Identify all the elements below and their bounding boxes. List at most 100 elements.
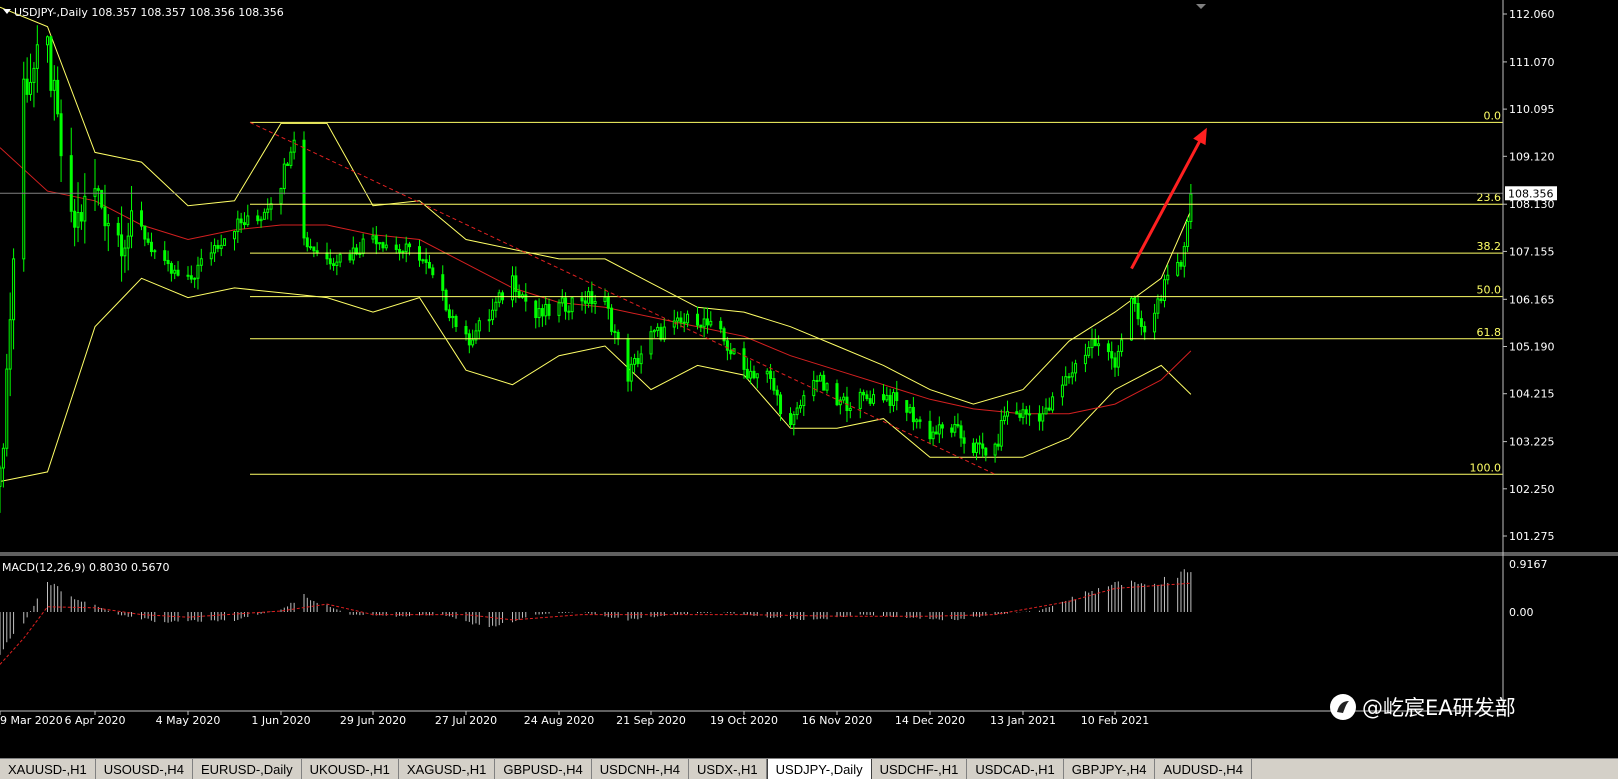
tab-ukousd-h1[interactable]: UKOUSD-,H1 (302, 759, 399, 779)
tab-usdcad-h1[interactable]: USDCAD-,H1 (967, 759, 1064, 779)
candle-body (656, 326, 660, 331)
tab-usdjpy-daily[interactable]: USDJPY-,Daily (766, 759, 872, 779)
candle (5, 353, 9, 457)
candle-body (1044, 407, 1048, 415)
chart-window[interactable]: 0.0 23.6 38.2 50.0 61.8 100.0 112.060 111.070 1… (0, 0, 1618, 778)
tab-usousd-h4[interactable]: USOUSD-,H4 (96, 759, 193, 779)
tab-gbpusd-h4[interactable]: GBPUSD-,H4 (495, 759, 592, 779)
candle-body (116, 222, 120, 236)
candle-body (659, 326, 663, 340)
candle-body (335, 261, 339, 267)
candle-body (328, 258, 332, 265)
candle-body (729, 349, 733, 355)
candle-body (394, 244, 398, 250)
candle-body (885, 394, 889, 401)
candle-body (431, 267, 435, 276)
candle-body (309, 246, 313, 249)
candle-body (686, 313, 690, 324)
candle-body (1133, 297, 1137, 304)
candle-body (1120, 339, 1124, 352)
candle-body (22, 78, 26, 260)
candle-body (292, 139, 296, 153)
candle-body (633, 358, 637, 365)
candle-body (173, 269, 177, 274)
candle-body (534, 300, 538, 319)
candle-body (918, 419, 922, 422)
time-tick-label: 13 Jan 2021 (990, 714, 1056, 727)
candle (49, 35, 53, 98)
candle-body (384, 244, 388, 249)
candle-body (497, 292, 501, 303)
candle-body (662, 326, 666, 340)
candle-body (742, 348, 746, 370)
candle-body (616, 331, 620, 340)
candle-body (1021, 409, 1025, 418)
candle (1186, 216, 1190, 252)
candle-body (971, 442, 975, 454)
candle-body (772, 378, 776, 391)
candle-body (487, 319, 491, 322)
candle-body (1106, 343, 1110, 353)
candle-body (289, 151, 293, 166)
candle-body (1143, 325, 1147, 333)
candle-body (262, 211, 266, 220)
candle-body (130, 210, 134, 237)
candle-body (8, 319, 12, 370)
tab-usdcnh-h4[interactable]: USDCNH-,H4 (592, 759, 689, 779)
time-tick-label: 19 Oct 2020 (710, 714, 778, 727)
candle-body (672, 320, 676, 328)
candle-body (1116, 350, 1120, 368)
candle-body (639, 353, 643, 365)
tab-audusd-h4[interactable]: AUDUSD-,H4 (1155, 759, 1252, 779)
candle-body (931, 431, 935, 440)
candle-body (652, 329, 656, 333)
time-tick-label: 4 May 2020 (156, 714, 221, 727)
candle-body (1006, 411, 1009, 417)
tab-eurusd-daily[interactable]: EURUSD-,Daily (193, 759, 302, 779)
candle-body (1070, 372, 1074, 378)
candle-body (213, 245, 217, 254)
time-tick-label: 21 Sep 2020 (616, 714, 686, 727)
candle-body (153, 250, 157, 253)
tab-xagusd-h1[interactable]: XAGUSD-,H1 (399, 759, 496, 779)
tab-usdx-h1[interactable]: USDX-,H1 (689, 759, 767, 779)
candle-body (1067, 376, 1071, 379)
candle-body (76, 212, 80, 228)
time-tick-label: 10 Feb 2021 (1081, 714, 1149, 727)
price-chart[interactable]: 0.023.638.250.061.8100.0 112.060111.0701… (0, 0, 1618, 758)
candle-body (35, 44, 39, 69)
candle-body (371, 235, 375, 240)
candle-body (915, 419, 919, 423)
candle (732, 348, 736, 355)
candle-body (705, 318, 709, 326)
price-tick-label: 112.060 (1509, 8, 1555, 21)
candle-body (351, 247, 355, 261)
candle-body (590, 291, 594, 305)
candle-body (315, 250, 319, 254)
candle-body (812, 379, 816, 397)
tab-xauusd-h1[interactable]: XAUUSD-,H1 (0, 759, 96, 779)
candle-body (5, 368, 9, 449)
candle-body (795, 407, 799, 416)
current-price-label: 108.356 (1508, 187, 1554, 200)
tab-usdchf-h1[interactable]: USDCHF-,H1 (872, 759, 968, 779)
tab-gbpjpy-h4[interactable]: GBPJPY-,H4 (1064, 759, 1156, 779)
price-tick-label: 102.250 (1509, 483, 1555, 496)
candle-body (451, 315, 455, 319)
candle-body (358, 252, 362, 255)
candle-body (209, 252, 213, 260)
candle-body (199, 258, 203, 266)
candle-body (52, 79, 56, 91)
candle-body (792, 414, 796, 426)
fib-level-label: 50.0 (1477, 284, 1502, 297)
candle-body (259, 218, 263, 222)
watermark-logo-icon (1330, 694, 1356, 720)
candle-body (779, 394, 783, 415)
candle-body (1074, 363, 1078, 374)
candle-body (196, 264, 200, 279)
candle-body (953, 424, 957, 433)
candle-body (103, 206, 107, 227)
candle-body (1093, 338, 1097, 347)
candle-body (908, 406, 912, 413)
candle-body (239, 218, 243, 224)
